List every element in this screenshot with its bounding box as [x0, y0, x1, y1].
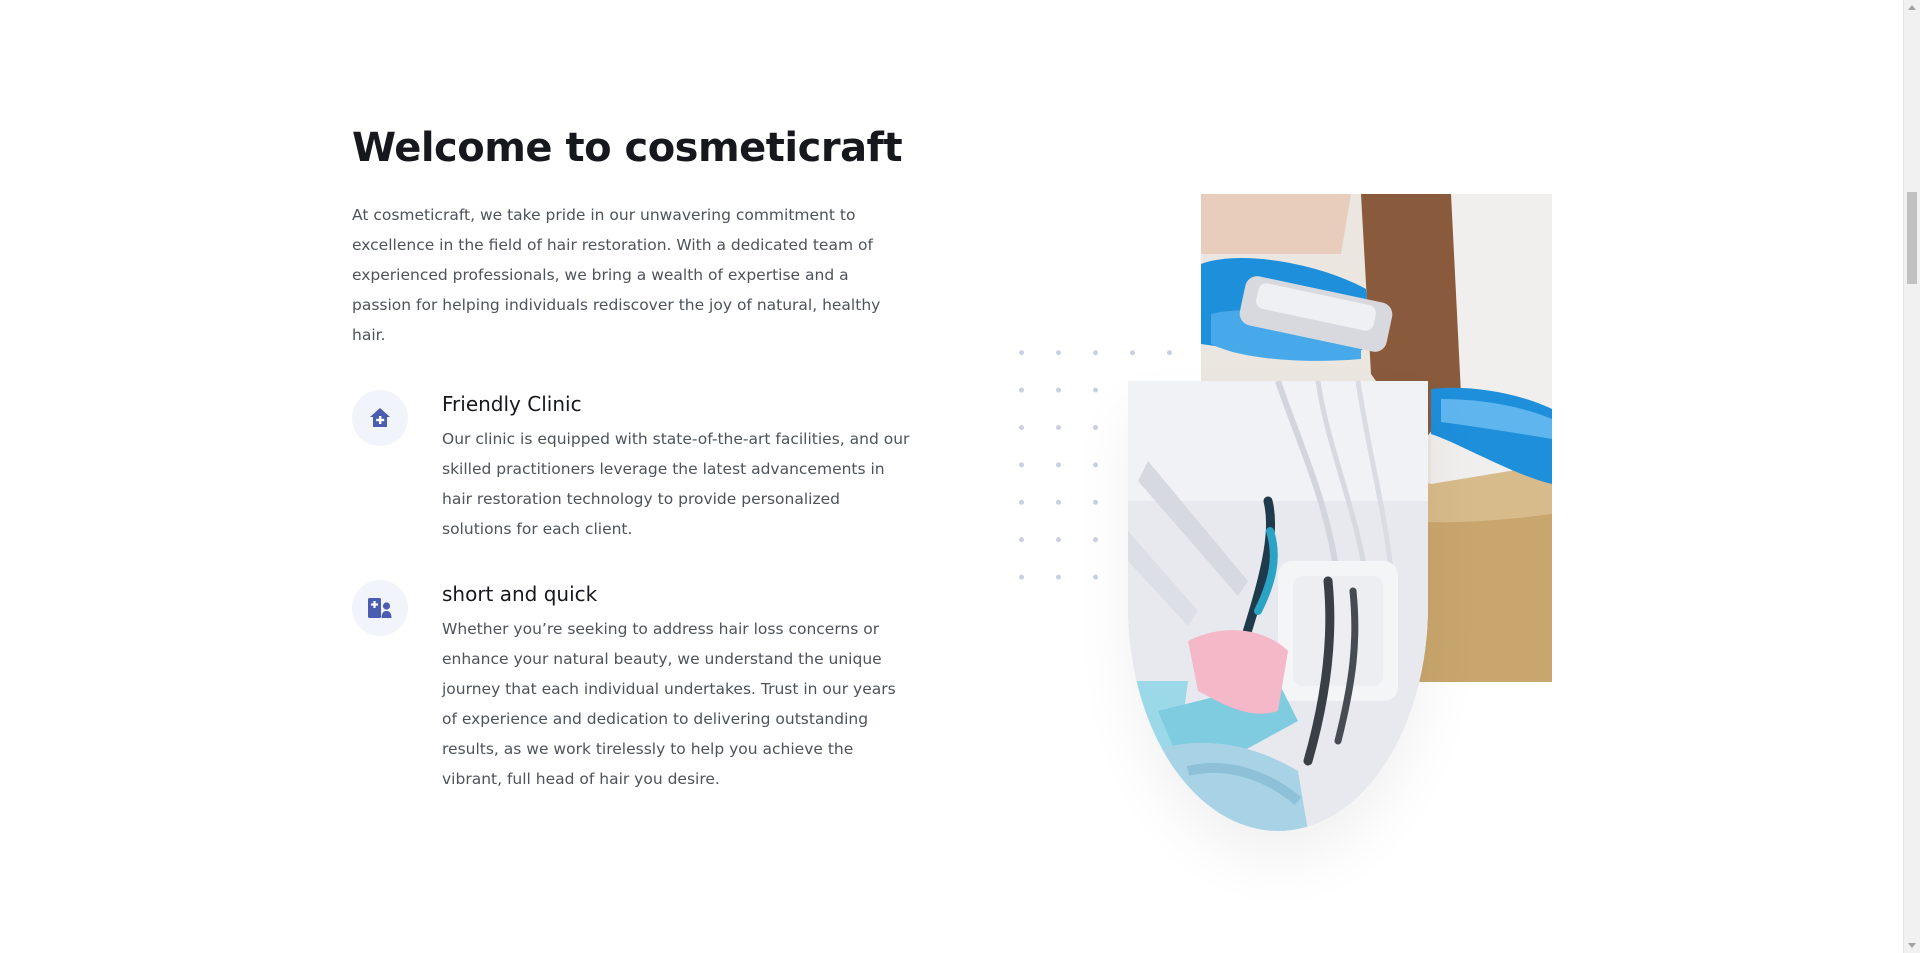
section-title: Welcome to cosmeticraft — [352, 125, 903, 171]
feature-title: Friendly Clinic — [442, 392, 582, 416]
feature-item-short-and-quick: short and quick Whether you’re seeking t… — [352, 580, 912, 794]
vertical-scrollbar[interactable] — [1903, 0, 1920, 953]
feature-description: Our clinic is equipped with state-of-the… — [442, 430, 910, 538]
dental-instruments-photo — [1128, 381, 1428, 831]
scroll-down-arrow-icon[interactable] — [1908, 943, 1916, 948]
feature-item-friendly-clinic: Friendly Clinic Our clinic is equipped w… — [352, 390, 912, 544]
intro-paragraph: At cosmeticraft, we take pride in our un… — [352, 206, 881, 344]
scroll-up-arrow-icon[interactable] — [1908, 5, 1916, 10]
hospital-user-icon — [352, 580, 408, 636]
feature-description: Whether you’re seeking to address hair l… — [442, 620, 896, 788]
feature-title: short and quick — [442, 582, 598, 606]
scrollbar-thumb[interactable] — [1907, 192, 1917, 284]
welcome-section: Welcome to cosmeticraft At cosmeticraft,… — [0, 0, 1920, 953]
house-medical-icon — [352, 390, 408, 446]
welcome-content: Welcome to cosmeticraft At cosmeticraft,… — [352, 120, 912, 794]
